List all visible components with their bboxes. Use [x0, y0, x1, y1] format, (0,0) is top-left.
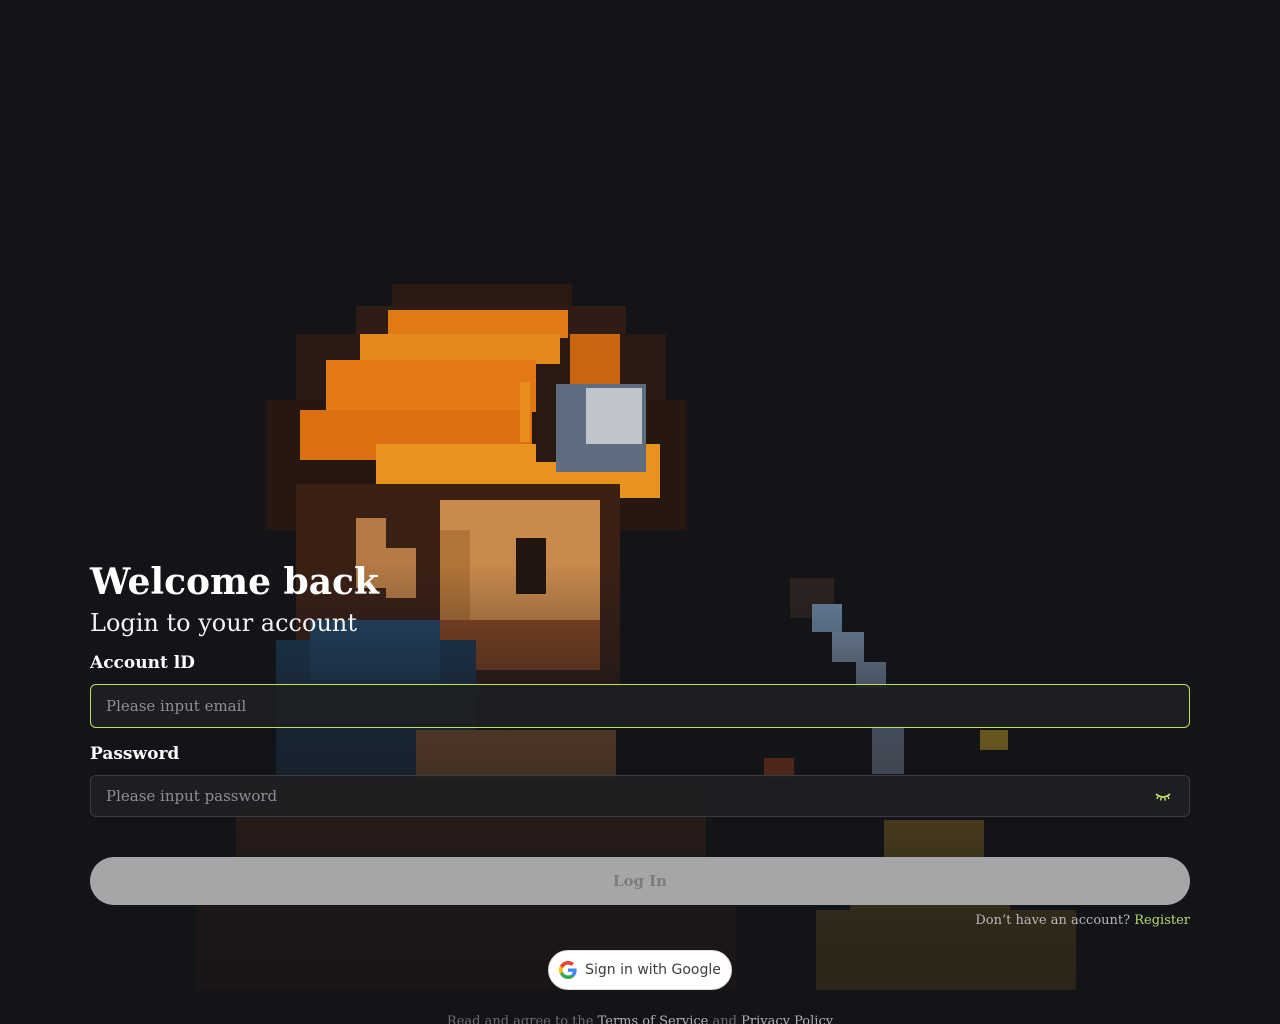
login-button[interactable]: Log In [90, 857, 1190, 905]
page-title: Welcome back [90, 561, 379, 603]
eye-closed-icon[interactable] [1154, 788, 1172, 804]
google-signin-button[interactable]: Sign in with Google [548, 950, 732, 990]
register-link[interactable]: Register [1134, 913, 1190, 928]
privacy-policy-link[interactable]: Privacy Policy [741, 1014, 833, 1024]
login-page: Welcome back Login to your account Accou… [0, 0, 1280, 1024]
footer-and: and [712, 1014, 737, 1024]
password-label: Password [90, 744, 180, 764]
email-input[interactable] [90, 684, 1190, 728]
google-g-icon [559, 961, 577, 979]
google-button-label: Sign in with Google [585, 962, 721, 978]
footer-prefix: Read and agree to the [446, 1014, 594, 1024]
no-account-text: Don’t have an account? [975, 913, 1131, 928]
password-field-wrapper [90, 775, 1190, 817]
email-field-wrapper [90, 684, 1190, 728]
terms-footer: Read and agree to the Terms of Service a… [0, 1014, 1280, 1024]
register-prompt: Don’t have an account? Register [90, 913, 1190, 929]
login-form: Welcome back Login to your account Accou… [90, 560, 1190, 929]
page-subtitle: Login to your account [90, 609, 357, 637]
terms-of-service-link[interactable]: Terms of Service [598, 1014, 709, 1024]
password-input[interactable] [90, 775, 1190, 817]
account-id-label: Account lD [90, 653, 195, 673]
